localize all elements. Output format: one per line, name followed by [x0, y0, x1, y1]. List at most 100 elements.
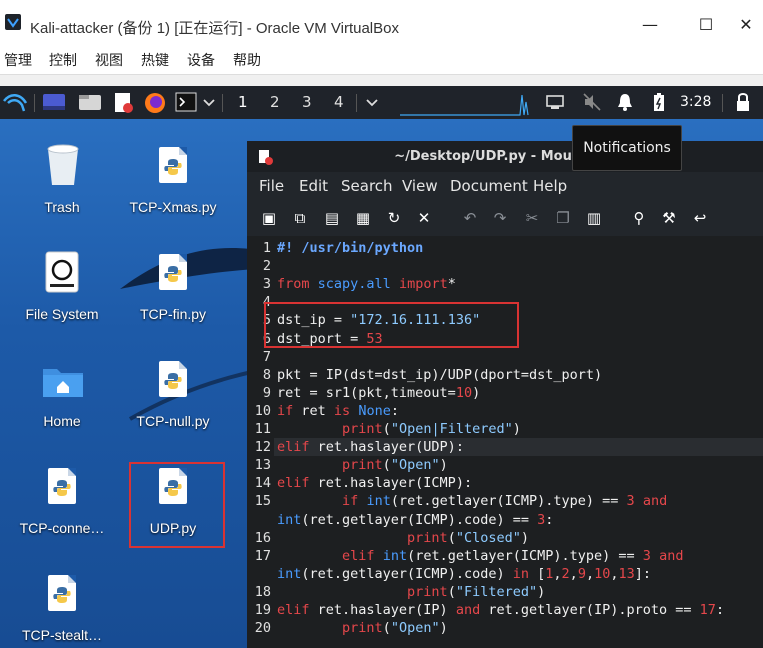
line-number: 12: [254, 439, 271, 456]
menu-devices[interactable]: 设备: [187, 50, 215, 70]
editor-titlebar[interactable]: ~/Desktop/UDP.py - Mousepad: [247, 141, 763, 172]
editor-menubar: File Edit Search View Document Help: [247, 172, 763, 202]
python-logo-icon: [53, 587, 71, 603]
code-line[interactable]: int(ret.getlayer(ICMP).code) == 3:: [277, 512, 553, 528]
new-document-icon[interactable]: ▣: [259, 208, 279, 228]
window-title: Kali-attacker (备份 1) [正在运行] - Oracle VM …: [30, 20, 399, 37]
code-line[interactable]: int(ret.getlayer(ICMP).code) in [1,2,9,1…: [277, 566, 651, 582]
line-number: 15: [254, 493, 271, 510]
code-line[interactable]: if int(ret.getlayer(ICMP).type) == 3 and: [277, 493, 667, 509]
workspace-1[interactable]: 1: [238, 93, 248, 111]
workspace-3[interactable]: 3: [302, 93, 312, 111]
menu-document[interactable]: Document: [450, 177, 528, 195]
code-line[interactable]: from scapy.all import*: [277, 276, 456, 292]
line-number: 7: [262, 348, 271, 365]
menu-search[interactable]: Search: [341, 177, 393, 195]
network-icon[interactable]: [545, 94, 565, 110]
menu-file[interactable]: File: [259, 177, 284, 195]
open-icon[interactable]: ▤: [322, 208, 342, 228]
menu-help[interactable]: Help: [533, 177, 567, 195]
line-number: 14: [254, 475, 271, 492]
kali-menu-icon[interactable]: [2, 91, 28, 115]
go-to-line-icon[interactable]: ↩: [690, 208, 710, 228]
panel-separator: [356, 94, 357, 112]
menu-control[interactable]: 控制: [49, 50, 77, 70]
cpu-graph-icon: [400, 94, 529, 116]
python-logo-icon: [164, 159, 182, 175]
notifications-bell-icon[interactable]: [616, 92, 634, 112]
code-line[interactable]: #! /usr/bin/python: [277, 240, 423, 256]
save-icon[interactable]: ▦: [353, 208, 373, 228]
menu-edit[interactable]: Edit: [299, 177, 328, 195]
menu-hotkeys[interactable]: 热键: [141, 50, 169, 70]
menu-help[interactable]: 帮助: [233, 50, 261, 70]
line-number: 8: [262, 366, 271, 383]
kali-panel: 1 2 3 4 3:28: [0, 86, 763, 119]
line-number: 19: [254, 602, 271, 618]
cut-icon[interactable]: ✂: [522, 208, 542, 228]
chevron-down-icon[interactable]: [366, 98, 378, 108]
panel-separator: [34, 94, 35, 112]
battery-charging-icon[interactable]: [652, 92, 666, 112]
code-line[interactable]: pkt = IP(dst=dst_ip)/UDP(dport=dst_port): [277, 367, 602, 383]
reload-icon[interactable]: ↻: [384, 208, 404, 228]
home-folder-icon: [43, 369, 83, 397]
workspace-2[interactable]: 2: [270, 93, 280, 111]
icon-label: Home: [43, 413, 81, 429]
line-number: 18: [254, 583, 271, 600]
chevron-down-icon[interactable]: [203, 98, 215, 108]
text-editor-icon[interactable]: [112, 92, 134, 114]
icon-label: TCP-conne…: [19, 520, 105, 536]
undo-icon[interactable]: ↶: [460, 208, 480, 228]
code-line[interactable]: elif int(ret.getlayer(ICMP).type) == 3 a…: [277, 548, 683, 564]
code-line[interactable]: elif ret.haslayer(UDP):: [277, 439, 464, 455]
menu-view[interactable]: View: [402, 177, 438, 195]
file-manager-icon[interactable]: [78, 92, 102, 112]
icon-label: TCP-null.py: [136, 413, 210, 429]
python-logo-icon: [53, 480, 71, 496]
code-line[interactable]: if ret is None:: [277, 403, 399, 419]
code-editor[interactable]: 1 #! /usr/bin/python 2 3 from scapy.all impo…: [247, 236, 763, 648]
paste-icon[interactable]: ▥: [584, 208, 604, 228]
lock-icon[interactable]: [735, 92, 751, 112]
panel-separator: [722, 94, 723, 112]
mousepad-app-icon: [259, 150, 273, 165]
code-line[interactable]: ret = sr1(pkt,timeout=10): [277, 385, 480, 401]
workspace-4[interactable]: 4: [334, 93, 344, 111]
close-document-icon[interactable]: ✕: [414, 208, 434, 228]
icon-label: TCP-fin.py: [139, 306, 207, 322]
notifications-tooltip: Notifications: [572, 125, 682, 171]
find-icon[interactable]: ⚲: [629, 208, 649, 228]
menu-view[interactable]: 视图: [95, 50, 123, 70]
virtualbox-app-icon: [5, 14, 21, 30]
code-line[interactable]: print("Filtered"): [277, 584, 545, 600]
code-line[interactable]: print("Open"): [277, 620, 448, 636]
close-button[interactable]: ✕: [726, 10, 763, 40]
line-number: 16: [254, 529, 271, 546]
copy-icon[interactable]: ❐: [553, 208, 573, 228]
hard-drive-icon: [45, 251, 79, 293]
line-number: 10: [254, 402, 271, 419]
annotation-highlight-box: [264, 302, 519, 348]
code-line[interactable]: print("Open"): [277, 457, 448, 473]
panel-clock[interactable]: 3:28: [680, 94, 711, 110]
line-number: 2: [262, 258, 271, 275]
code-line[interactable]: elif ret.haslayer(ICMP):: [277, 475, 472, 491]
line-number: 13: [254, 457, 271, 474]
maximize-button[interactable]: ☐: [686, 10, 726, 40]
volume-muted-icon[interactable]: [582, 92, 602, 112]
code-line[interactable]: elif ret.haslayer(IP) and ret.getlayer(I…: [277, 602, 724, 618]
find-replace-icon[interactable]: ⚒: [659, 208, 679, 228]
minimize-button[interactable]: —: [630, 10, 670, 40]
code-line[interactable]: print("Open|Filtered"): [277, 421, 521, 437]
vm-border: [0, 75, 763, 86]
menu-manage[interactable]: 管理: [4, 50, 32, 70]
code-line[interactable]: print("Closed"): [277, 530, 529, 546]
terminal-icon[interactable]: [175, 92, 197, 112]
show-desktop-icon[interactable]: [42, 92, 66, 112]
firefox-icon[interactable]: [144, 92, 166, 114]
new-window-icon[interactable]: ⧉: [290, 208, 310, 228]
line-number: 11: [254, 421, 271, 437]
redo-icon[interactable]: ↷: [490, 208, 510, 228]
editor-toolbar: ▣ ⧉ ▤ ▦ ↻ ✕ ↶ ↷ ✂ ❐ ▥ ⚲ ⚒ ↩: [247, 202, 763, 236]
